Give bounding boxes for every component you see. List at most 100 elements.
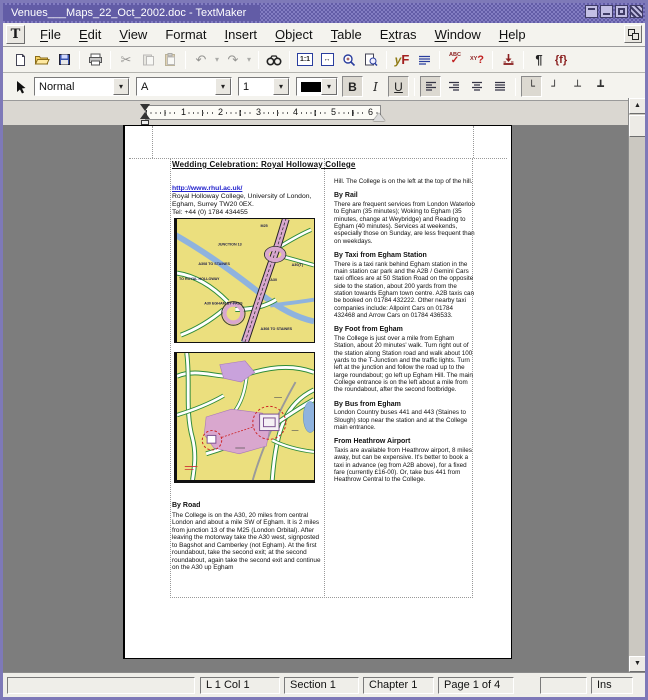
close-button[interactable] xyxy=(630,5,643,18)
status-insert-mode[interactable]: Ins xyxy=(591,677,633,694)
spellcheck-button[interactable]: ABC✓ xyxy=(444,49,466,71)
print-button[interactable] xyxy=(84,49,106,71)
paste-button[interactable] xyxy=(159,49,181,71)
cut-icon: ✂ xyxy=(121,53,132,66)
scroll-up-icon[interactable]: ▲ xyxy=(629,98,646,114)
menu-item-table[interactable]: Table xyxy=(322,25,371,44)
italic-button[interactable]: I xyxy=(365,76,386,97)
fields-button[interactable]: yF xyxy=(391,49,413,71)
menu-item-insert[interactable]: Insert xyxy=(216,25,267,44)
status-page[interactable]: Page 1 of 4 xyxy=(438,677,514,694)
road-map-image[interactable]: M25 JUNCTION 13 A30(T) A30 A308 TO STAIN… xyxy=(174,218,315,343)
minimize-button[interactable] xyxy=(600,5,613,18)
style-dropdown-icon[interactable]: ▾ xyxy=(113,78,129,95)
column-guide xyxy=(324,158,325,598)
paragraph-format-button[interactable] xyxy=(413,49,435,71)
section-by-foot: By Foot from Egham The College is just o… xyxy=(334,326,475,393)
app-icon[interactable]: T xyxy=(6,25,25,44)
new-document-button[interactable] xyxy=(9,49,31,71)
zoom-100-button[interactable]: 1:1 xyxy=(294,49,316,71)
document-workspace[interactable]: Wedding Celebration: Royal Holloway Coll… xyxy=(3,125,645,672)
align-justify-button[interactable] xyxy=(489,76,510,97)
tab-decimal-button[interactable]: ┻ xyxy=(590,76,611,97)
by-road-heading: By Road xyxy=(172,502,200,509)
object-mode-button[interactable] xyxy=(9,76,31,98)
tab-left-button[interactable]: └ xyxy=(521,76,542,97)
indent-marker-right[interactable] xyxy=(373,113,385,121)
shade-button[interactable] xyxy=(585,5,598,18)
intro-continuation-text: Hill. The College is on the left at the … xyxy=(334,178,475,185)
zoom-button[interactable] xyxy=(338,49,360,71)
fit-width-button[interactable]: ↔ xyxy=(316,49,338,71)
align-left-button[interactable] xyxy=(420,76,441,97)
map-label-to-royal-holloway: TO ROYAL HOLLOWAY xyxy=(179,277,220,281)
menu-item-extras[interactable]: Extras xyxy=(371,25,426,44)
document-page[interactable]: Wedding Celebration: Royal Holloway Coll… xyxy=(123,125,512,659)
menu-item-object[interactable]: Object xyxy=(266,25,322,44)
ruler-number: 5 xyxy=(329,107,338,117)
open-folder-icon xyxy=(34,53,50,66)
bold-button[interactable]: B xyxy=(342,76,363,97)
underline-button[interactable]: U xyxy=(388,76,409,97)
indent-marker-first-line[interactable] xyxy=(140,104,150,111)
campus-map-image[interactable] xyxy=(174,352,315,483)
document-restore-icon[interactable] xyxy=(624,25,642,43)
align-center-button[interactable] xyxy=(466,76,487,97)
font-color-combobox[interactable]: ▾ xyxy=(296,77,338,96)
font-combobox[interactable]: A ▾ xyxy=(136,77,232,96)
undo-button[interactable]: ↶ xyxy=(190,49,212,71)
menu-item-help[interactable]: Help xyxy=(490,25,535,44)
printer-icon xyxy=(88,53,103,66)
thesaurus-button[interactable]: XY? xyxy=(466,49,488,71)
tab-center-button[interactable]: ┴ xyxy=(567,76,588,97)
formula-button[interactable]: {f} xyxy=(550,49,572,71)
status-empty-field xyxy=(540,677,587,694)
ruler-number: 4 xyxy=(291,107,300,117)
font-dropdown-icon[interactable]: ▾ xyxy=(215,78,231,95)
title-bar[interactable]: Venues___Maps_22_Oct_2002.doc - TextMake… xyxy=(3,3,645,23)
horizontal-ruler[interactable]: 1 2 3 4 5 6 xyxy=(145,105,381,120)
align-right-button[interactable] xyxy=(443,76,464,97)
formatting-marks-button[interactable]: ¶ xyxy=(528,49,550,71)
copy-icon xyxy=(142,53,155,66)
save-button[interactable] xyxy=(53,49,75,71)
map-label-a308-south: A308 TO STAINES xyxy=(261,327,293,331)
insert-text-button[interactable] xyxy=(497,49,519,71)
indent-marker-left[interactable] xyxy=(140,112,150,119)
menu-bar: T File Edit View Format Insert Object Ta… xyxy=(3,23,645,47)
copy-button[interactable] xyxy=(137,49,159,71)
cut-button[interactable]: ✂ xyxy=(115,49,137,71)
find-button[interactable] xyxy=(263,49,285,71)
window-title: Venues___Maps_22_Oct_2002.doc - TextMake… xyxy=(3,5,260,21)
vertical-scrollbar[interactable]: ▲ ▼ xyxy=(628,98,645,672)
maximize-button[interactable] xyxy=(615,5,628,18)
menu-item-view[interactable]: View xyxy=(110,25,156,44)
menu-item-format[interactable]: Format xyxy=(156,25,215,44)
font-size-combobox[interactable]: 1 ▾ xyxy=(238,77,290,96)
redo-dropdown[interactable]: ▾ xyxy=(244,55,254,64)
college-website-link[interactable]: http://www.rhul.ac.uk/ xyxy=(172,185,322,192)
section-by-taxi: By Taxi from Egham Station There is a ta… xyxy=(334,252,475,319)
scroll-down-icon[interactable]: ▼ xyxy=(629,656,646,672)
undo-dropdown[interactable]: ▾ xyxy=(212,55,222,64)
status-line-col[interactable]: L 1 Col 1 xyxy=(200,677,280,694)
header-guide-left xyxy=(152,126,153,158)
color-dropdown-icon[interactable]: ▾ xyxy=(321,78,337,95)
founders-building xyxy=(260,414,279,430)
status-section[interactable]: Section 1 xyxy=(284,677,359,694)
paste-icon xyxy=(164,53,177,66)
print-preview-button[interactable] xyxy=(360,49,382,71)
header-guide-right xyxy=(473,126,474,158)
size-dropdown-icon[interactable]: ▾ xyxy=(273,78,289,95)
menu-item-file[interactable]: File xyxy=(31,25,70,44)
style-combobox[interactable]: Normal ▾ xyxy=(34,77,130,96)
status-chapter[interactable]: Chapter 1 xyxy=(363,677,434,694)
ruler-row: 1 2 3 4 5 6 xyxy=(3,101,645,125)
menu-item-window[interactable]: Window xyxy=(426,25,490,44)
menu-item-edit[interactable]: Edit xyxy=(70,25,110,44)
redo-button[interactable]: ↷ xyxy=(222,49,244,71)
textmaker-window: Venues___Maps_22_Oct_2002.doc - TextMake… xyxy=(0,0,648,700)
tab-right-button[interactable]: ┘ xyxy=(544,76,565,97)
scrollbar-thumb[interactable] xyxy=(629,115,646,137)
open-button[interactable] xyxy=(31,49,53,71)
